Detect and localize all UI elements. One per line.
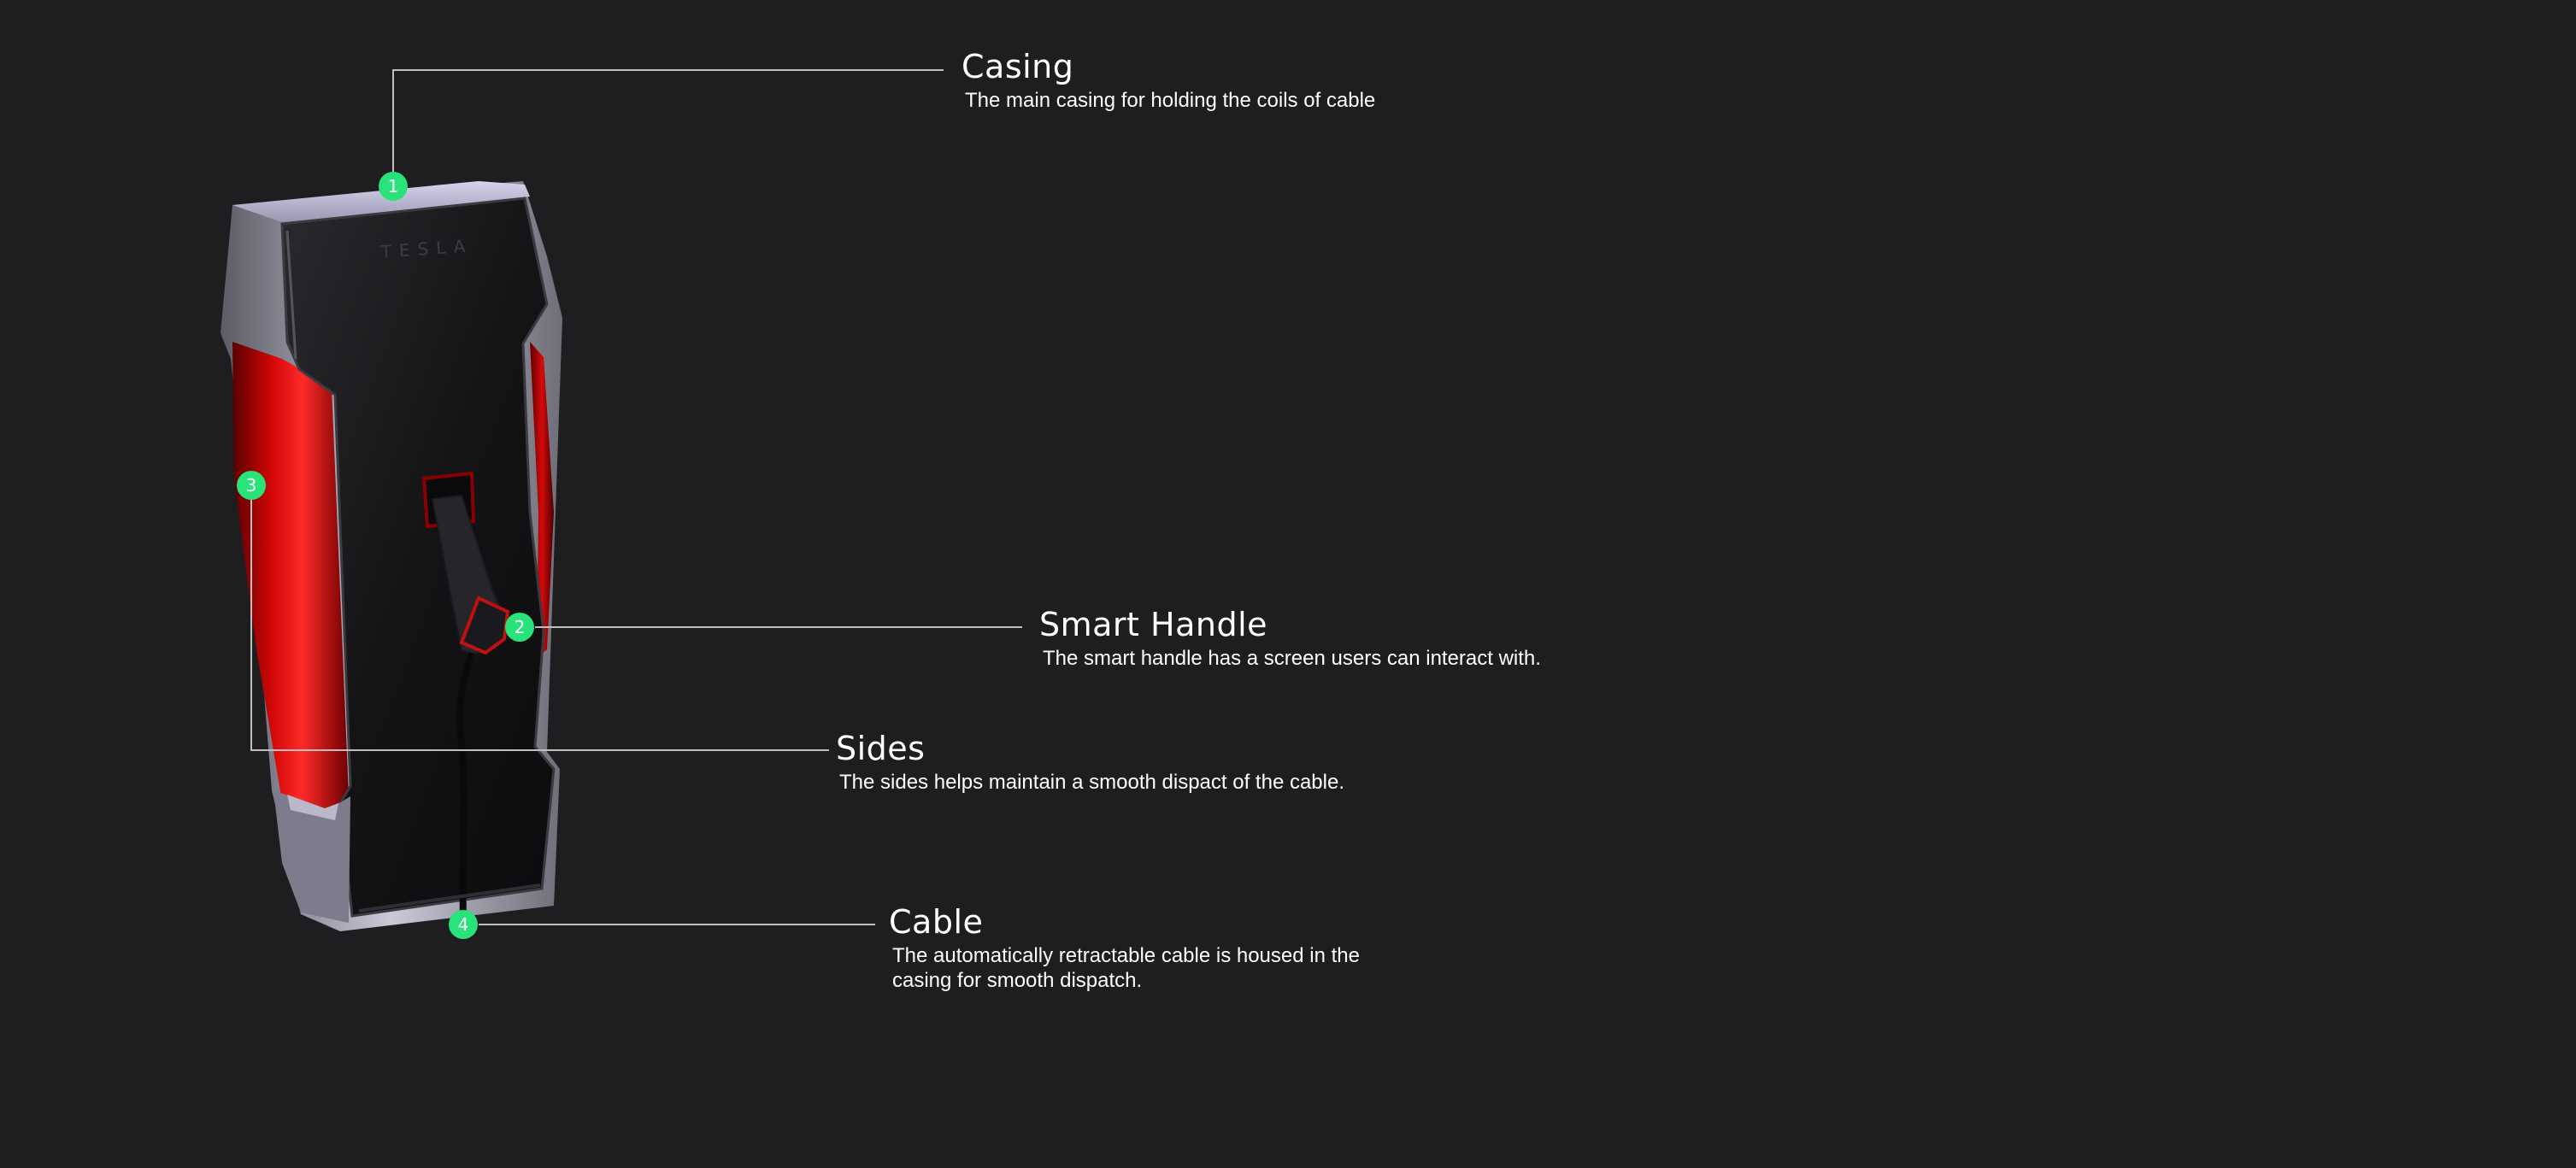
charger-device-illustration: TESLA: [221, 181, 562, 931]
callout-smart-handle: Smart Handle The smart handle has a scre…: [1039, 606, 1689, 671]
marker-2-number: 2: [515, 617, 526, 637]
callout-sides: Sides The sides helps maintain a smooth …: [836, 730, 1485, 795]
marker-4-number: 4: [458, 914, 469, 935]
leader-line-casing: [392, 69, 944, 186]
callout-smart-handle-description: The smart handle has a screen users can …: [1043, 647, 1541, 670]
callout-sides-title: Sides: [836, 730, 926, 767]
callout-cable-description: The automatically retractable cable is h…: [892, 944, 1360, 992]
marker-4[interactable]: 4: [449, 910, 478, 939]
marker-3-number: 3: [246, 475, 257, 496]
marker-2[interactable]: 2: [505, 613, 534, 642]
callout-cable: Cable The automatically retractable cabl…: [889, 903, 1393, 993]
red-side-left: [232, 342, 349, 812]
marker-3[interactable]: 3: [237, 471, 266, 500]
callout-casing: Casing The main casing for holding the c…: [962, 48, 1560, 113]
marker-1-number: 1: [388, 176, 399, 197]
callout-sides-description: The sides helps maintain a smooth dispac…: [839, 771, 1344, 794]
marker-1[interactable]: 1: [379, 172, 408, 201]
callout-smart-handle-title: Smart Handle: [1039, 606, 1268, 643]
callout-cable-title: Cable: [889, 903, 984, 941]
callout-casing-title: Casing: [962, 48, 1074, 85]
callout-casing-description: The main casing for holding the coils of…: [965, 89, 1376, 112]
